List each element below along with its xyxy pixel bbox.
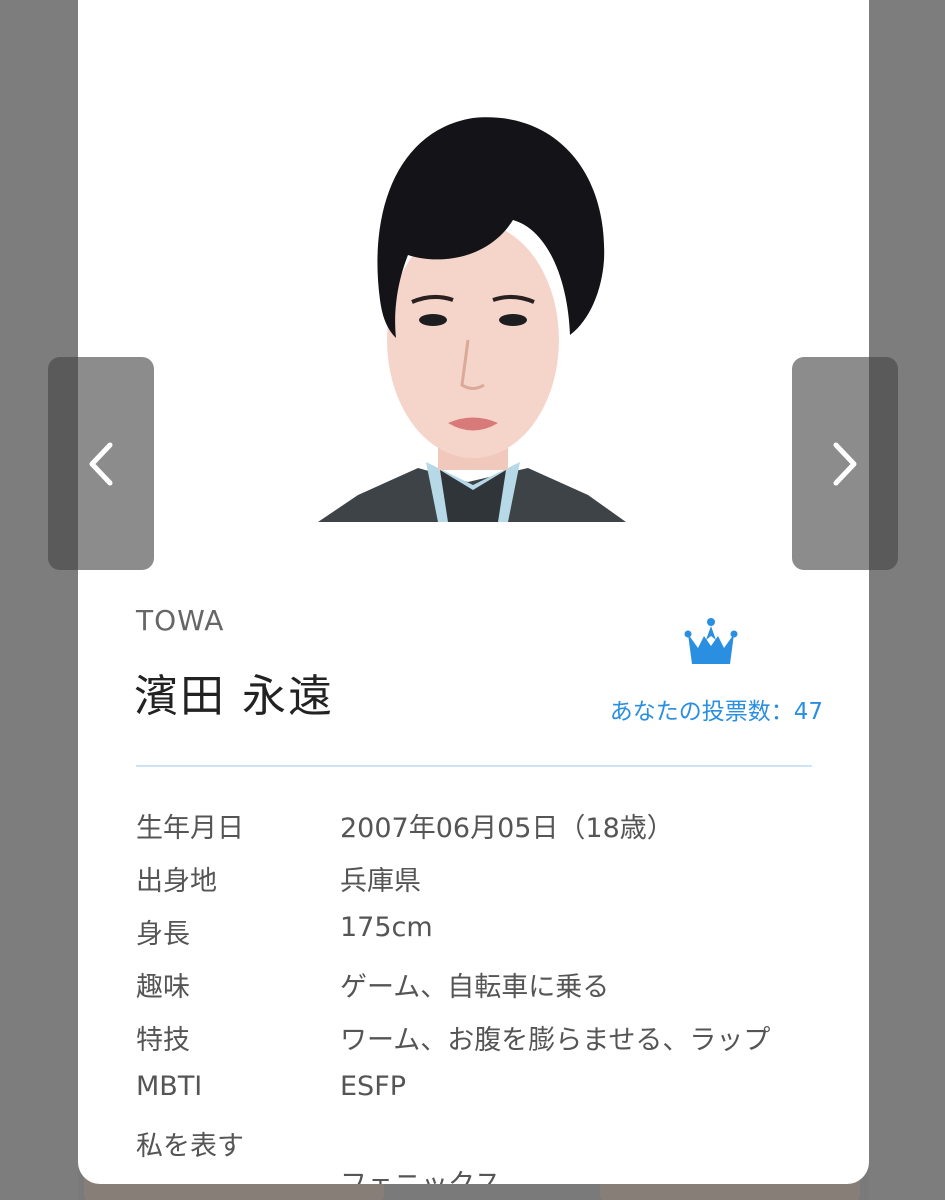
background-page-left (0, 0, 78, 1200)
detail-label: 私を表す (136, 1131, 244, 1162)
detail-label: 身長 (136, 919, 190, 950)
prev-button[interactable] (48, 357, 154, 570)
detail-label: 特技 (136, 1025, 190, 1056)
chevron-left-icon (89, 442, 113, 485)
detail-value: 175cm (340, 912, 433, 943)
vote-count-label: あなたの投票数：47 (609, 699, 823, 725)
profile-name-japanese: 濱田 永遠 (134, 671, 334, 722)
detail-label: 生年月日 (136, 813, 244, 844)
profile-modal: TOWA 濱田 永遠 あなたの投票数：47 生年月日 2007年06月05日（1… (78, 0, 869, 1184)
background-page-right (869, 0, 945, 1200)
profile-name-english: TOWA (136, 604, 225, 637)
detail-value: ゲーム、自転車に乗る (340, 972, 610, 1003)
detail-label: 出身地 (136, 866, 217, 897)
detail-value: 2007年06月05日（18歳） (340, 813, 674, 844)
detail-value: 兵庫県 (340, 866, 421, 897)
detail-label: 趣味 (136, 972, 190, 1003)
detail-value: フェニックス (340, 1162, 501, 1184)
detail-label: MBTI (136, 1071, 203, 1102)
chevron-right-icon (833, 442, 857, 485)
crown-icon[interactable] (682, 614, 740, 676)
detail-value: ESFP (340, 1071, 407, 1102)
next-button[interactable] (792, 357, 898, 570)
profile-photo (308, 90, 638, 522)
detail-value: ワーム、お腹を膨らませる、ラップ (340, 1025, 771, 1056)
divider (136, 765, 812, 767)
